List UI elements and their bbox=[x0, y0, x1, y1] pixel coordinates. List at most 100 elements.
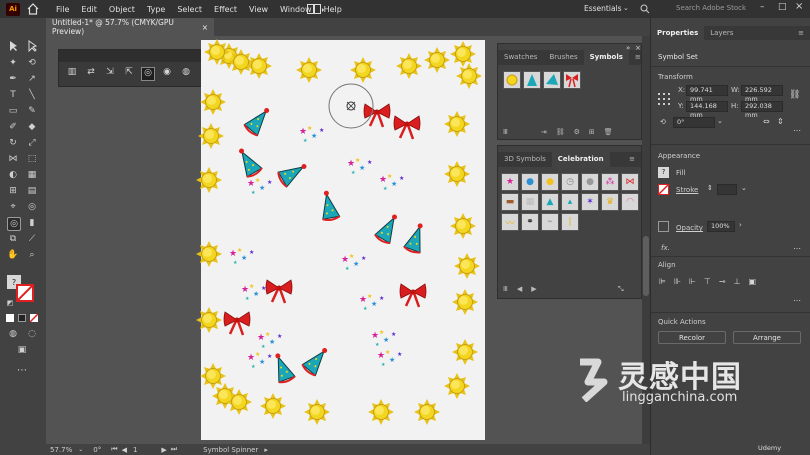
draw-inside-icon[interactable]: ◌ bbox=[26, 328, 38, 340]
minimize-window-button[interactable]: – bbox=[760, 2, 765, 12]
delete-symbol-icon[interactable]: 🗑 bbox=[604, 128, 613, 136]
magic-wand-tool-icon[interactable]: ✦ bbox=[7, 57, 19, 69]
symbol-shifter-icon[interactable]: ⇄ bbox=[84, 67, 98, 81]
search-stock-input[interactable]: Search Adobe Stock bbox=[676, 4, 746, 12]
gradient-mode-icon[interactable] bbox=[18, 314, 26, 322]
close-panel-icon[interactable]: × bbox=[635, 44, 641, 52]
height-field[interactable]: 292.038 mm bbox=[741, 101, 783, 119]
tab-celebration[interactable]: Celebration bbox=[551, 152, 610, 167]
symbol-options-icon[interactable]: ⚙ bbox=[574, 128, 580, 136]
rotate-tool-icon[interactable]: ↻ bbox=[7, 137, 19, 149]
tab-3d-symbols[interactable]: 3D Symbols bbox=[498, 152, 552, 167]
library-swatch-confetti[interactable]: ⁂ bbox=[601, 173, 619, 191]
panel-grip[interactable] bbox=[59, 50, 213, 62]
gradient-tool-icon[interactable]: ▤ bbox=[26, 185, 38, 197]
artboard[interactable]: ★ ★ ★ ★ ★ bbox=[195, 38, 485, 440]
direct-selection-tool-icon[interactable] bbox=[26, 40, 38, 52]
rotation-angle[interactable]: 0° bbox=[93, 446, 101, 454]
symbol-libraries-icon[interactable]: Ⅲ bbox=[503, 128, 508, 136]
align-bottom-icon[interactable]: ⊥ bbox=[734, 277, 741, 286]
library-swatch-hat[interactable]: ▲ bbox=[541, 193, 559, 211]
chevron-right-icon[interactable]: › bbox=[739, 221, 742, 229]
default-fill-stroke-icon[interactable]: ◩ bbox=[4, 297, 16, 309]
library-swatch-crown[interactable]: ♛ bbox=[601, 193, 619, 211]
scrollbar-thumb[interactable] bbox=[643, 236, 649, 296]
library-swatch-ribbon[interactable]: 〰 bbox=[501, 213, 519, 231]
tab-swatches[interactable]: Swatches bbox=[498, 50, 543, 65]
previous-library-icon[interactable]: ◀ bbox=[517, 285, 522, 293]
x-position-field[interactable]: 99.741 mm bbox=[686, 85, 728, 103]
mesh-tool-icon[interactable]: ⊞ bbox=[7, 185, 19, 197]
type-tool-icon[interactable]: T bbox=[7, 89, 19, 101]
scale-tool-icon[interactable]: ⤢ bbox=[26, 137, 38, 149]
width-field[interactable]: 226.592 mm bbox=[741, 85, 783, 103]
pen-tool-icon[interactable]: ✒ bbox=[7, 73, 19, 85]
chevron-down-icon[interactable]: ⌄ bbox=[741, 184, 747, 192]
document-tab[interactable]: Untitled-1* @ 57.7% (CMYK/GPU Preview) × bbox=[46, 18, 214, 36]
flip-vertical-icon[interactable]: ⇕ bbox=[777, 117, 784, 126]
slice-tool-icon[interactable]: ⟋ bbox=[26, 233, 38, 245]
place-symbol-icon[interactable]: ⇥ bbox=[541, 128, 547, 136]
arrange-documents-icon[interactable] bbox=[307, 4, 325, 14]
draw-mode-icon[interactable]: ◍ bbox=[7, 328, 19, 340]
recolor-button[interactable]: Recolor bbox=[658, 331, 726, 344]
chevron-down-icon[interactable]: ⌄ bbox=[623, 4, 629, 12]
eyedropper-tool-icon[interactable]: ⌖ bbox=[7, 201, 19, 213]
home-icon[interactable] bbox=[27, 3, 39, 15]
stroke-swatch[interactable] bbox=[658, 184, 669, 195]
more-options-icon[interactable]: ⋯ bbox=[793, 126, 801, 135]
symbol-spinner-tool-icon[interactable]: ◎ bbox=[7, 217, 21, 231]
stroke-weight-stepper[interactable]: ⇕ bbox=[707, 184, 713, 192]
tab-symbols[interactable]: Symbols bbox=[583, 50, 629, 65]
stroke-color-swatch[interactable] bbox=[16, 284, 34, 302]
zoom-tool-icon[interactable]: ⌕ bbox=[26, 249, 38, 261]
library-swatch-mask[interactable]: ⚭ bbox=[521, 213, 539, 231]
reference-point-icon[interactable] bbox=[658, 93, 670, 105]
library-swatch-balloon-2[interactable]: ● bbox=[581, 173, 599, 191]
more-options-icon[interactable]: ⋯ bbox=[793, 296, 801, 305]
free-transform-tool-icon[interactable]: ⬚ bbox=[26, 153, 38, 165]
menu-select[interactable]: Select bbox=[171, 5, 208, 14]
constrain-proportions-icon[interactable]: ⛓ bbox=[789, 90, 800, 100]
library-swatch-star[interactable]: ★ bbox=[501, 173, 519, 191]
symbol-swatch-bow[interactable] bbox=[563, 71, 581, 89]
blend-tool-icon[interactable]: ◎ bbox=[26, 201, 38, 213]
tab-layers[interactable]: Layers bbox=[704, 26, 739, 41]
artboard-nav-first[interactable]: ⏮ bbox=[111, 445, 117, 454]
next-library-icon[interactable]: ▶ bbox=[531, 285, 536, 293]
maximize-window-button[interactable]: □ bbox=[778, 2, 787, 12]
align-left-icon[interactable]: ⊫ bbox=[659, 277, 666, 286]
break-link-icon[interactable]: ⛓ bbox=[556, 128, 565, 136]
menu-object[interactable]: Object bbox=[103, 5, 141, 14]
none-mode-icon[interactable] bbox=[29, 313, 39, 323]
stroke-weight-field[interactable] bbox=[717, 184, 737, 195]
menu-file[interactable]: File bbox=[50, 5, 75, 14]
line-tool-icon[interactable]: ╲ bbox=[26, 89, 38, 101]
panel-menu-icon[interactable]: ≡ bbox=[623, 152, 641, 167]
artboard-nav-next[interactable]: ▶ bbox=[161, 446, 166, 454]
align-to-icon[interactable]: ▣ bbox=[749, 277, 757, 286]
symbol-swatch-hat-1[interactable] bbox=[523, 71, 541, 89]
color-mode-icon[interactable] bbox=[6, 314, 14, 322]
symbol-sprayer-icon[interactable]: ▥ bbox=[65, 67, 79, 81]
perspective-grid-tool-icon[interactable]: ▦ bbox=[26, 169, 38, 181]
library-swatch-sparkle[interactable]: ✶ bbox=[581, 193, 599, 211]
more-options-icon[interactable]: ⋯ bbox=[793, 244, 801, 253]
collapse-panel-icon[interactable]: » bbox=[626, 44, 630, 52]
symbol-swatch-sun[interactable] bbox=[503, 71, 521, 89]
paintbrush-tool-icon[interactable]: ✎ bbox=[26, 105, 38, 117]
align-vertical-center-icon[interactable]: ⊸ bbox=[719, 277, 726, 286]
hand-tool-icon[interactable]: ✋ bbox=[7, 249, 19, 261]
symbol-spinner-icon[interactable]: ◎ bbox=[141, 67, 155, 81]
fx-label[interactable]: fx. bbox=[661, 244, 670, 252]
library-swatch-lips[interactable]: ◠ bbox=[621, 193, 639, 211]
eraser-tool-icon[interactable]: ◆ bbox=[26, 121, 38, 133]
arrange-button[interactable]: Arrange bbox=[733, 331, 801, 344]
lasso-tool-icon[interactable]: ⟲ bbox=[26, 57, 38, 69]
resize-panel-icon[interactable]: ⤡ bbox=[618, 285, 624, 294]
library-swatch-party-hat[interactable]: ▴ bbox=[561, 193, 579, 211]
shape-builder-tool-icon[interactable]: ◐ bbox=[7, 169, 19, 181]
align-horizontal-center-icon[interactable]: ⊪ bbox=[674, 277, 681, 286]
zoom-dropdown-icon[interactable]: ⌄ bbox=[78, 446, 83, 453]
search-icon[interactable] bbox=[640, 3, 650, 15]
